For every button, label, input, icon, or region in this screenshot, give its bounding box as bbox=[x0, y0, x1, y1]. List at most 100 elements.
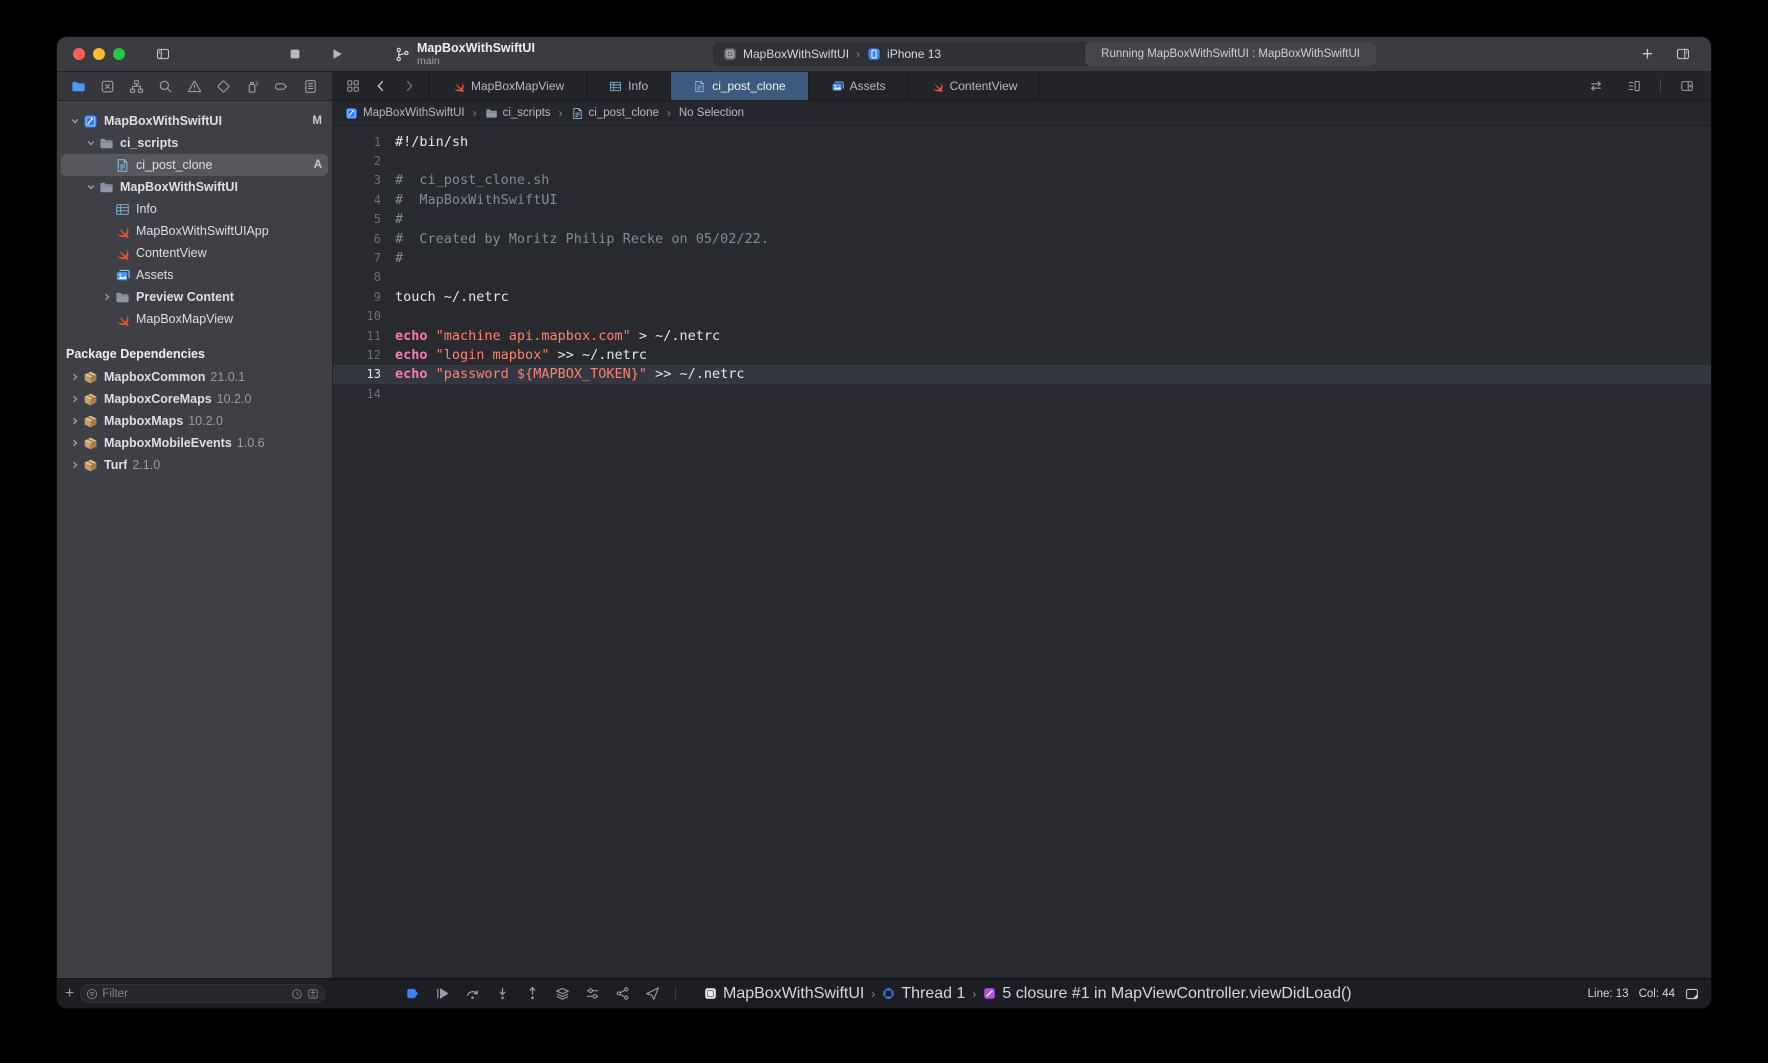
breadcrumb-item[interactable]: MapBoxWithSwiftUI bbox=[345, 107, 465, 120]
code-text: # bbox=[395, 211, 404, 228]
project-navigator-sidebar: MapBoxWithSwiftUI Mci_scripts ci_post_clon… bbox=[57, 101, 333, 978]
tree-row-MapBoxWithSwiftUI[interactable]: MapBoxWithSwiftUI M bbox=[57, 110, 332, 132]
breadcrumb-item[interactable]: ci_scripts bbox=[485, 107, 551, 120]
code-line-12[interactable]: 12 echo "login mapbox" >> ~/.netrc bbox=[333, 345, 1711, 364]
debug-app-label[interactable]: MapBoxWithSwiftUI bbox=[723, 985, 864, 1003]
toggle-console-icon[interactable] bbox=[1685, 987, 1699, 1001]
code-line-8[interactable]: 8 bbox=[333, 268, 1711, 287]
tree-row-ContentView[interactable]: ContentView bbox=[57, 242, 332, 264]
tree-row-Info[interactable]: Info bbox=[57, 198, 332, 220]
code-line-3[interactable]: 3 # ci_post_clone.sh bbox=[333, 171, 1711, 190]
stop-button[interactable] bbox=[283, 42, 307, 66]
code-line-1[interactable]: 1 #!/bin/sh bbox=[333, 132, 1711, 151]
tree-row-Preview Content[interactable]: Preview Content bbox=[57, 286, 332, 308]
tab-MapBoxMapView[interactable]: MapBoxMapView bbox=[429, 72, 588, 100]
add-file-button[interactable]: + bbox=[65, 985, 74, 1002]
project-navigator[interactable] bbox=[71, 79, 86, 94]
tree-row-ci_scripts[interactable]: ci_scripts bbox=[57, 132, 332, 154]
disclosure-right-icon[interactable] bbox=[67, 460, 83, 470]
report-navigator[interactable] bbox=[303, 79, 318, 94]
editor-layout-icon bbox=[1676, 47, 1690, 61]
zoom-window-button[interactable] bbox=[113, 48, 125, 60]
go-forward-button[interactable] bbox=[397, 74, 421, 98]
go-back-button[interactable] bbox=[369, 74, 393, 98]
tab-ContentView[interactable]: ContentView bbox=[909, 72, 1041, 100]
line-number: 8 bbox=[373, 270, 381, 285]
breakpoint-navigator[interactable] bbox=[274, 79, 289, 94]
breadcrumb-item[interactable]: ci_post_clone bbox=[571, 107, 659, 120]
code-text: # MapBoxWithSwiftUI bbox=[395, 191, 558, 208]
toggle-navigator-button[interactable] bbox=[151, 42, 175, 66]
disclosure-down-icon[interactable] bbox=[67, 116, 83, 126]
recent-files-clock-icon[interactable] bbox=[291, 988, 303, 1000]
disclosure-right-icon[interactable] bbox=[67, 394, 83, 404]
minimize-window-button[interactable] bbox=[93, 48, 105, 60]
xcode-window: MapBoxWithSwiftUI main MapBoxWithSwiftUI… bbox=[57, 37, 1711, 1008]
simulate-location-button[interactable] bbox=[645, 986, 660, 1001]
library-add-button[interactable]: + bbox=[1642, 45, 1653, 64]
step-over-button[interactable] bbox=[465, 986, 480, 1001]
step-into-button[interactable] bbox=[495, 986, 510, 1001]
debug-thread-label[interactable]: Thread 1 bbox=[901, 985, 965, 1003]
step-out-button[interactable] bbox=[525, 986, 540, 1001]
package-row-MapboxCoreMaps[interactable]: MapboxCoreMaps 10.2.0 bbox=[57, 388, 332, 410]
source-control-navigator[interactable] bbox=[100, 79, 115, 94]
code-line-14[interactable]: 14 bbox=[333, 384, 1711, 403]
adjust-editor-options-button[interactable] bbox=[1622, 74, 1646, 98]
disclosure-right-icon[interactable] bbox=[67, 372, 83, 382]
breakpoints-toggle[interactable] bbox=[405, 986, 420, 1001]
tree-row-Assets[interactable]: Assets bbox=[57, 264, 332, 286]
tree-row-ci_post_clone[interactable]: ci_post_clone A bbox=[57, 154, 332, 176]
step-out-icon bbox=[525, 986, 540, 1001]
disclosure-down-icon[interactable] bbox=[83, 138, 99, 148]
tab-ci_post_clone[interactable]: ci_post_clone bbox=[671, 72, 809, 100]
run-button[interactable] bbox=[325, 42, 349, 66]
disclosure-right-icon[interactable] bbox=[67, 438, 83, 448]
tree-row-MapBoxMapView[interactable]: MapBoxMapView bbox=[57, 308, 332, 330]
close-window-button[interactable] bbox=[73, 48, 85, 60]
filter-field[interactable]: Filter bbox=[80, 984, 325, 1003]
environment-overrides-button[interactable] bbox=[585, 986, 600, 1001]
code-line-6[interactable]: 6 # Created by Moritz Philip Recke on 05/… bbox=[333, 229, 1711, 248]
disclosure-right-icon[interactable] bbox=[67, 416, 83, 426]
package-row-MapboxMobileEvents[interactable]: MapboxMobileEvents 1.0.6 bbox=[57, 432, 332, 454]
debug-frame-label[interactable]: 5 closure #1 in MapViewController.viewDi… bbox=[1002, 985, 1351, 1003]
scheme-destination-picker[interactable]: MapBoxWithSwiftUI › iPhone 13 bbox=[713, 47, 1085, 61]
package-name: MapboxMaps bbox=[104, 414, 184, 428]
continue-button[interactable] bbox=[435, 986, 450, 1001]
code-line-7[interactable]: 7 # bbox=[333, 248, 1711, 267]
code-line-10[interactable]: 10 bbox=[333, 307, 1711, 326]
code-line-9[interactable]: 9 touch ~/.netrc bbox=[333, 287, 1711, 306]
tree-row-MapBoxWithSwiftUI[interactable]: MapBoxWithSwiftUI bbox=[57, 176, 332, 198]
related-items-button[interactable] bbox=[341, 74, 365, 98]
tree-row-MapBoxWithSwiftUIApp[interactable]: MapBoxWithSwiftUIApp bbox=[57, 220, 332, 242]
scheme-selector[interactable]: MapBoxWithSwiftUI › iPhone 13 Running Ma… bbox=[713, 42, 1376, 66]
add-editor-button[interactable] bbox=[1675, 74, 1699, 98]
code-review-button[interactable] bbox=[1584, 74, 1608, 98]
debug-view-hierarchy-button[interactable] bbox=[555, 986, 570, 1001]
code-line-11[interactable]: 11 echo "machine api.mapbox.com" > ~/.net… bbox=[333, 326, 1711, 345]
editor-layout-button[interactable] bbox=[1671, 42, 1695, 66]
tab-Info[interactable]: Info bbox=[587, 72, 672, 100]
tab-Assets[interactable]: Assets bbox=[809, 72, 909, 100]
issue-navigator[interactable] bbox=[187, 79, 202, 94]
disclosure-right-icon[interactable] bbox=[99, 292, 115, 302]
symbol-navigator[interactable] bbox=[129, 79, 144, 94]
memory-graph-button[interactable] bbox=[615, 986, 630, 1001]
chevron-separator: › bbox=[972, 986, 977, 1001]
find-navigator[interactable] bbox=[158, 79, 173, 94]
code-line-5[interactable]: 5 # bbox=[333, 210, 1711, 229]
package-row-Turf[interactable]: Turf 2.1.0 bbox=[57, 454, 332, 476]
code-line-13[interactable]: 13 echo "password ${MAPBOX_TOKEN}" >> ~/.… bbox=[333, 364, 1711, 385]
test-navigator[interactable] bbox=[216, 79, 231, 94]
source-editor[interactable]: 1 #!/bin/sh 2 3 # ci_post_clone.sh 4 # MapBoxW… bbox=[333, 126, 1711, 978]
disclosure-down-icon[interactable] bbox=[83, 182, 99, 192]
tree-item-label: ContentView bbox=[136, 246, 207, 260]
code-line-4[interactable]: 4 # MapBoxWithSwiftUI bbox=[333, 190, 1711, 209]
package-row-MapboxCommon[interactable]: MapboxCommon 21.0.1 bbox=[57, 366, 332, 388]
debug-navigator[interactable] bbox=[245, 79, 260, 94]
breadcrumb-item[interactable]: No Selection bbox=[679, 107, 744, 119]
scm-status-filter-icon[interactable] bbox=[307, 988, 319, 1000]
package-row-MapboxMaps[interactable]: MapboxMaps 10.2.0 bbox=[57, 410, 332, 432]
code-line-2[interactable]: 2 bbox=[333, 151, 1711, 170]
